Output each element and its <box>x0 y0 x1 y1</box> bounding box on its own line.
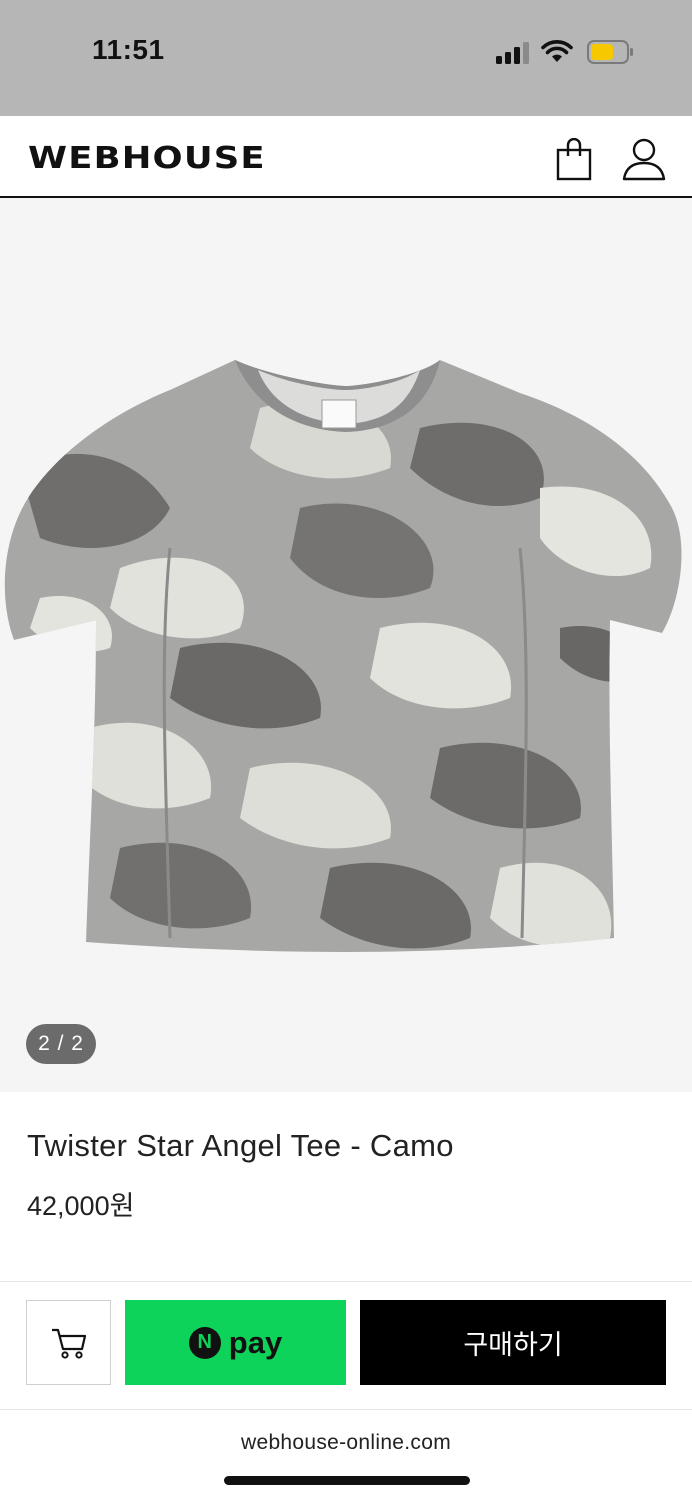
product-price: 42,000원 <box>27 1191 135 1221</box>
npay-button[interactable]: N pay <box>125 1300 346 1385</box>
product-name: Twister Star Angel Tee - Camo <box>27 1128 454 1163</box>
url-text[interactable]: webhouse-online.com <box>0 1431 692 1455</box>
battery-icon <box>587 40 633 64</box>
npay-label: pay <box>228 1324 283 1360</box>
status-bar: 11:51 <box>0 0 692 116</box>
purchase-action-bar: N pay 구매하기 <box>0 1281 692 1410</box>
status-time: 11:51 <box>92 34 165 65</box>
product-gallery[interactable]: 2 / 2 <box>0 198 692 1092</box>
shopping-bag-icon[interactable] <box>554 138 594 182</box>
npay-logo-badge: N <box>188 1326 221 1359</box>
cart-icon <box>51 1328 86 1359</box>
site-header: WEBHOUSE <box>0 116 692 198</box>
browser-url-bar: webhouse-online.com <box>0 1411 692 1500</box>
add-to-cart-button[interactable] <box>26 1300 111 1385</box>
home-indicator[interactable] <box>224 1476 470 1485</box>
user-icon[interactable] <box>620 136 668 182</box>
cellular-signal-icon <box>496 42 532 64</box>
image-counter: 2 / 2 <box>26 1024 96 1064</box>
site-logo[interactable]: WEBHOUSE <box>28 141 266 176</box>
buy-now-button[interactable]: 구매하기 <box>360 1300 666 1385</box>
wifi-icon <box>541 40 573 62</box>
camo-tee-image <box>4 360 682 952</box>
